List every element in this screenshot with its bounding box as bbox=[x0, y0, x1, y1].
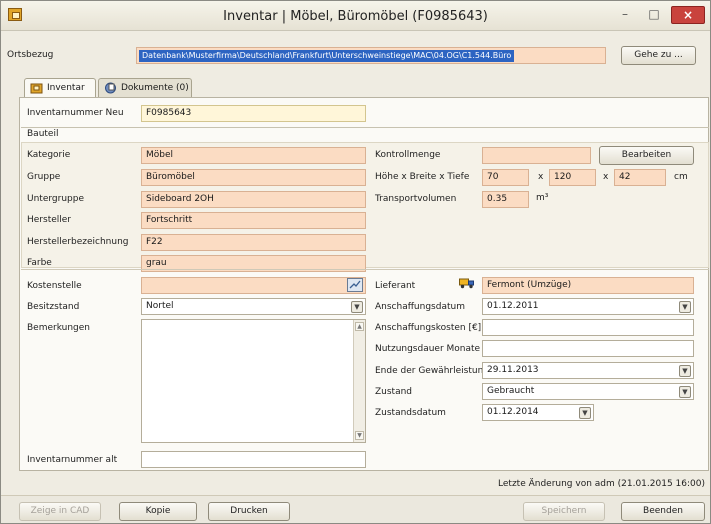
gruppe-label: Gruppe bbox=[27, 172, 61, 182]
kostenstelle-field[interactable] bbox=[141, 277, 366, 294]
dimension-unit: cm bbox=[674, 172, 688, 182]
button-bar: Zeige in CAD Kopie Drucken Speichern Bee… bbox=[1, 495, 710, 523]
untergruppe-field[interactable]: Sideboard 2OH bbox=[141, 191, 366, 208]
kontrollmenge-field[interactable] bbox=[482, 147, 591, 164]
inventory-window: Inventar | Möbel, Büromöbel (F0985643) –… bbox=[0, 0, 711, 524]
window-title: Inventar | Möbel, Büromöbel (F0985643) bbox=[223, 9, 488, 24]
picker-icon[interactable] bbox=[347, 278, 363, 292]
herstellerbezeichnung-field[interactable]: F22 bbox=[141, 234, 366, 251]
farbe-label: Farbe bbox=[27, 258, 52, 268]
ortsbezug-field[interactable]: Datenbank\Musterfirma\Deutschland\Frankf… bbox=[136, 47, 606, 64]
ortsbezug-path: Datenbank\Musterfirma\Deutschland\Frankf… bbox=[139, 50, 515, 62]
tab-inventar-label: Inventar bbox=[47, 83, 85, 93]
documents-icon bbox=[105, 82, 116, 94]
beenden-button[interactable]: Beenden bbox=[621, 502, 705, 521]
ortsbezug-label: Ortsbezug bbox=[7, 50, 54, 60]
tab-dokumente[interactable]: Dokumente (0) bbox=[98, 78, 192, 98]
bearbeiten-button[interactable]: Bearbeiten bbox=[599, 146, 694, 165]
dimensions-label: Höhe x Breite x Tiefe bbox=[375, 172, 470, 182]
anschaffungsdatum-field[interactable]: 01.12.2011 bbox=[482, 298, 694, 315]
tab-dokumente-label: Dokumente (0) bbox=[121, 83, 189, 93]
truck-icon[interactable] bbox=[459, 277, 475, 289]
date-dropdown-icon[interactable]: ▼ bbox=[679, 301, 691, 313]
scroll-down-icon[interactable]: ▼ bbox=[355, 431, 364, 440]
inventory-icon bbox=[30, 83, 43, 94]
chevron-down-icon[interactable]: ▼ bbox=[351, 301, 363, 313]
anschaffungsdatum-label: Anschaffungsdatum bbox=[375, 302, 465, 312]
maximize-button[interactable]: □ bbox=[640, 6, 668, 24]
nutzungsdauer-label: Nutzungsdauer Monate bbox=[375, 344, 481, 354]
transportvolumen-unit: m³ bbox=[536, 193, 549, 203]
kategorie-field[interactable]: Möbel bbox=[141, 147, 366, 164]
anschaffungskosten-field[interactable] bbox=[482, 319, 694, 336]
bemerkungen-scrollbar[interactable]: ▲ ▼ bbox=[353, 320, 365, 442]
bemerkungen-label: Bemerkungen bbox=[27, 323, 91, 333]
speichern-button[interactable]: Speichern bbox=[523, 502, 605, 521]
inventarnummer-neu-label: Inventarnummer Neu bbox=[27, 108, 124, 118]
tab-inventar[interactable]: Inventar bbox=[24, 78, 96, 99]
hoehe-field[interactable]: 70 bbox=[482, 169, 529, 186]
title-bar[interactable]: Inventar | Möbel, Büromöbel (F0985643) –… bbox=[1, 1, 710, 31]
minimize-button[interactable]: – bbox=[611, 6, 639, 24]
besitzstand-label: Besitzstand bbox=[27, 302, 80, 312]
besitzstand-select[interactable]: Nortel bbox=[141, 298, 366, 315]
lieferant-label: Lieferant bbox=[375, 281, 416, 291]
tiefe-field[interactable]: 42 bbox=[614, 169, 666, 186]
hersteller-label: Hersteller bbox=[27, 215, 71, 225]
close-button[interactable]: × bbox=[671, 6, 705, 24]
breite-field[interactable]: 120 bbox=[549, 169, 596, 186]
transportvolumen-field[interactable]: 0.35 bbox=[482, 191, 529, 208]
bauteil-header: Bauteil bbox=[27, 129, 59, 139]
zustandsdatum-label: Zustandsdatum bbox=[375, 408, 446, 418]
kategorie-label: Kategorie bbox=[27, 150, 71, 160]
nutzungsdauer-field[interactable] bbox=[482, 340, 694, 357]
hersteller-field[interactable]: Fortschritt bbox=[141, 212, 366, 229]
date-dropdown-icon[interactable]: ▼ bbox=[579, 407, 591, 419]
goto-button[interactable]: Gehe zu ... bbox=[621, 46, 696, 65]
section-divider bbox=[21, 269, 709, 270]
scroll-up-icon[interactable]: ▲ bbox=[355, 322, 364, 331]
chevron-down-icon[interactable]: ▼ bbox=[679, 386, 691, 398]
dimension-separator-2: x bbox=[603, 172, 609, 182]
zustand-select[interactable]: Gebraucht bbox=[482, 383, 694, 400]
zustand-label: Zustand bbox=[375, 387, 413, 397]
kopie-button[interactable]: Kopie bbox=[119, 502, 197, 521]
kostenstelle-label: Kostenstelle bbox=[27, 281, 82, 291]
transportvolumen-label: Transportvolumen bbox=[375, 194, 457, 204]
drucken-button[interactable]: Drucken bbox=[208, 502, 290, 521]
zeige-in-cad-button[interactable]: Zeige in CAD bbox=[19, 502, 101, 521]
inventarnummer-alt-field[interactable] bbox=[141, 451, 366, 468]
last-change-status: Letzte Änderung von adm (21.01.2015 16:0… bbox=[498, 479, 705, 489]
zustandsdatum-field[interactable]: 01.12.2014 bbox=[482, 404, 594, 421]
anschaffungskosten-label: Anschaffungskosten [€] bbox=[375, 323, 482, 333]
dimension-separator-1: x bbox=[538, 172, 544, 182]
lieferant-field[interactable]: Fermont (Umzüge) bbox=[482, 277, 694, 294]
date-dropdown-icon[interactable]: ▼ bbox=[679, 365, 691, 377]
herstellerbezeichnung-label: Herstellerbezeichnung bbox=[27, 237, 129, 247]
gewaehrleistung-label: Ende der Gewährleistung bbox=[375, 366, 489, 376]
kontrollmenge-label: Kontrollmenge bbox=[375, 150, 441, 160]
inventarnummer-neu-field[interactable]: F0985643 bbox=[141, 105, 366, 122]
gewaehrleistung-field[interactable]: 29.11.2013 bbox=[482, 362, 694, 379]
bauteil-group bbox=[21, 127, 709, 141]
inventarnummer-alt-label: Inventarnummer alt bbox=[27, 455, 118, 465]
gruppe-field[interactable]: Büromöbel bbox=[141, 169, 366, 186]
untergruppe-label: Untergruppe bbox=[27, 194, 84, 204]
bemerkungen-textarea[interactable]: ▲ ▼ bbox=[141, 319, 366, 443]
